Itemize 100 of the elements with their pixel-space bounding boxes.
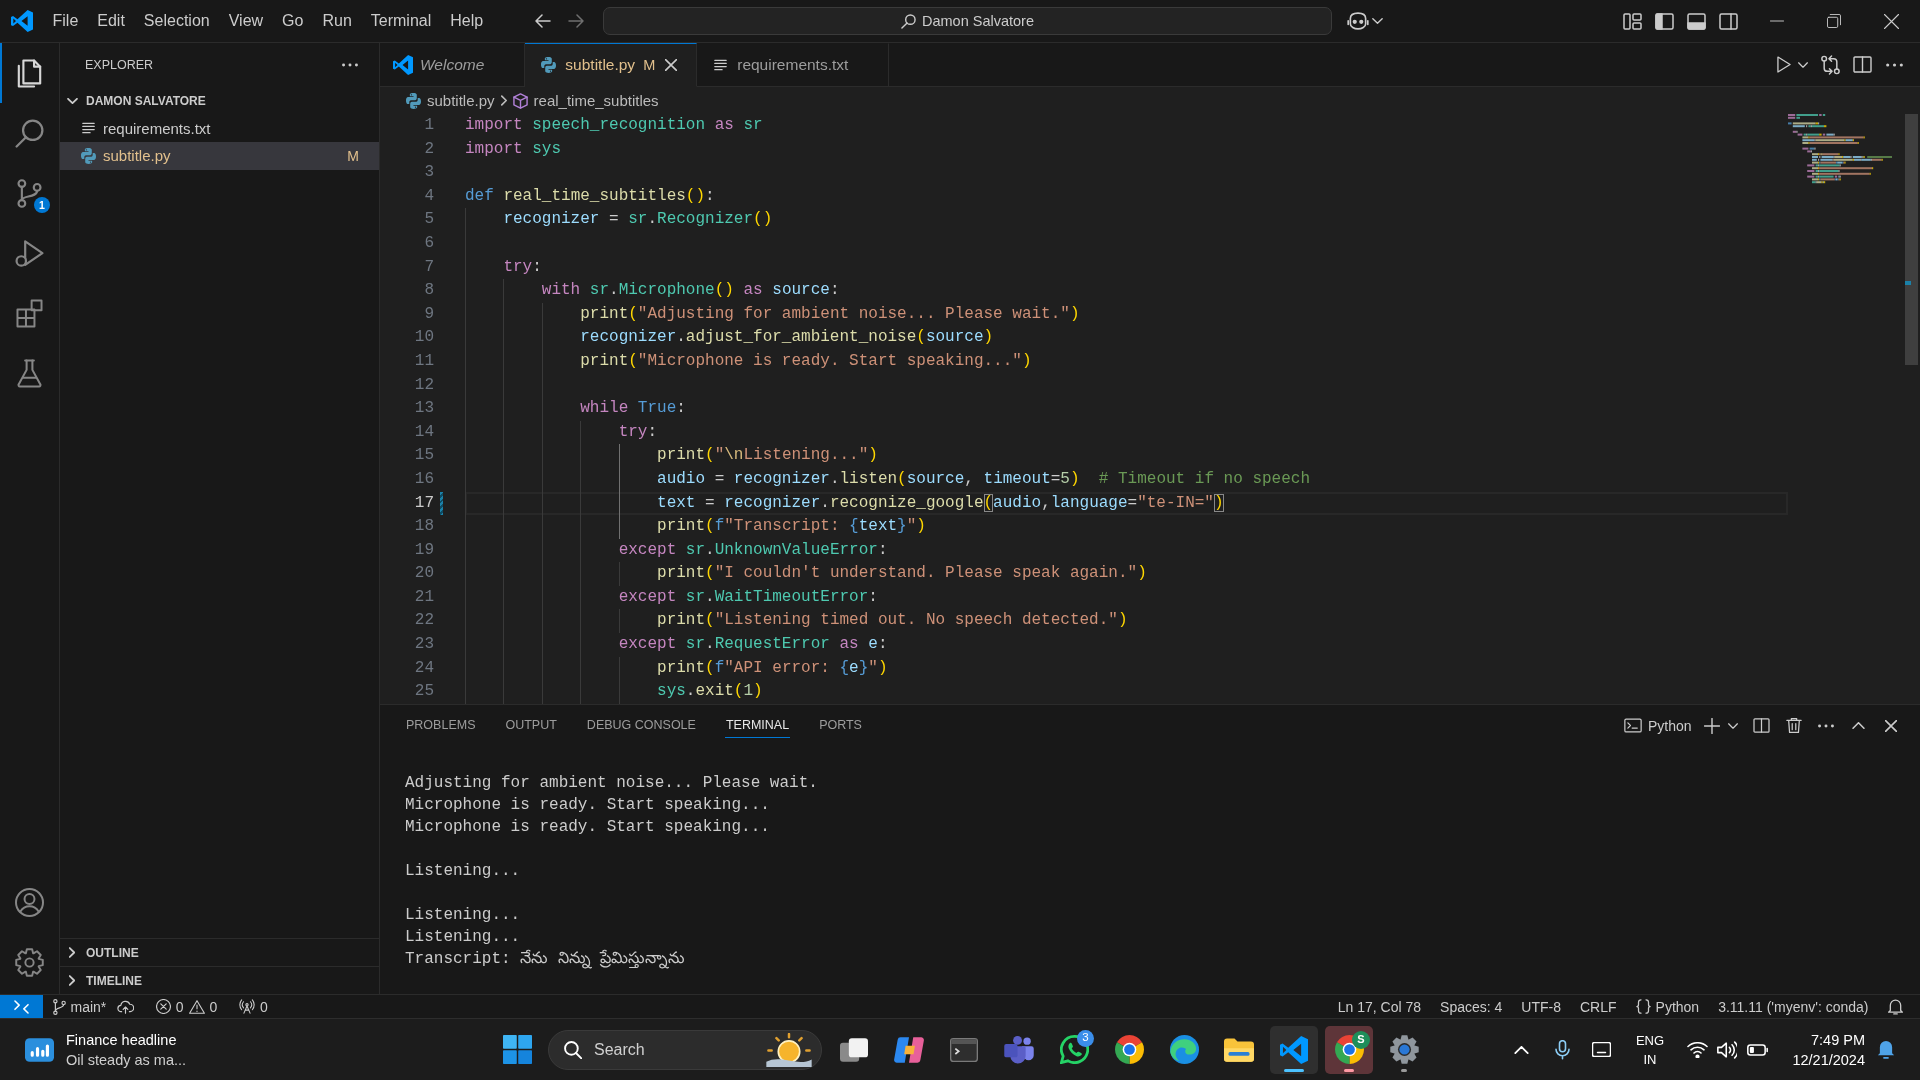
settings-icon[interactable] [15,947,44,977]
windows-logo-icon[interactable] [502,1035,532,1064]
close-icon[interactable] [1885,719,1897,732]
language-status[interactable]: Python [1626,995,1709,1018]
forward-arrow-icon[interactable] [568,14,584,28]
volume-icon[interactable] [1717,1040,1737,1059]
status-item[interactable]: Spaces: 4 [1430,995,1512,1018]
widget-title[interactable]: Finance headline [66,1029,187,1050]
compare-changes-icon[interactable] [1820,54,1840,75]
edge-icon[interactable] [1169,1035,1199,1064]
menu-item[interactable]: View [219,9,273,33]
wifi-icon[interactable] [1686,1041,1708,1058]
taskbar-button[interactable] [1270,1025,1318,1074]
line-number: 3 [423,162,434,184]
restore-icon[interactable] [1827,14,1841,28]
whatsapp-icon[interactable] [1059,1035,1089,1064]
microphone-icon[interactable] [1554,1039,1570,1060]
back-arrow-icon[interactable] [535,14,551,28]
caret-down-icon[interactable] [1372,18,1383,24]
close-icon[interactable] [665,59,678,71]
panel-tab[interactable]: OUTPUT [504,713,558,738]
close-icon[interactable] [1883,13,1899,29]
chevron-right-icon[interactable] [69,947,75,958]
terminal-profile[interactable]: Python [1623,717,1692,734]
folder-header[interactable]: DAMON SALVATORE [86,93,206,108]
ports-status[interactable]: 0 [226,995,278,1018]
status-item[interactable]: UTF-8 [1511,995,1571,1018]
copilot-icon[interactable] [1347,12,1369,30]
caret-down-icon[interactable] [1727,722,1738,729]
interpreter-status[interactable]: 3.11.11 ('myenv': conda) [1708,995,1878,1018]
remote-button[interactable] [0,995,43,1018]
caret-down-icon[interactable] [1798,61,1808,68]
menu-item[interactable]: Terminal [361,9,441,33]
more-icon[interactable] [1818,723,1834,728]
editor-tab[interactable]: Welcome [380,43,526,87]
line-number: 18 [413,516,434,538]
cloud-upload-icon[interactable] [117,999,135,1014]
tree-item[interactable]: requirements.txt [60,114,379,142]
minimize-icon[interactable] [1769,20,1784,22]
section-header[interactable]: OUTLINE [86,945,139,960]
widget-text[interactable]: Oil steady as ma... [66,1049,187,1070]
panel-tab[interactable]: PROBLEMS [405,713,477,738]
split-editor-icon[interactable] [1852,56,1872,73]
search-field[interactable]: Search [594,1034,753,1065]
split-icon[interactable] [1752,718,1770,733]
left-panel-icon[interactable] [1654,12,1674,30]
breadcrumb-item[interactable]: subtitle.py [427,92,495,109]
branch-status[interactable]: main* [43,995,112,1018]
right-panel-icon[interactable] [1718,12,1738,30]
chart-icon[interactable] [25,1037,54,1062]
menu-item[interactable]: Help [440,9,493,33]
copilot-icon[interactable] [894,1036,924,1063]
panel-tab[interactable]: DEBUG CONSOLE [585,713,697,738]
scrollbar[interactable] [1905,114,1918,365]
trash-icon[interactable] [1785,717,1802,734]
panel-tab[interactable]: PORTS [818,713,863,738]
menu-item[interactable]: Run [312,9,362,33]
terminal-line: Listening... [405,927,521,948]
bell-icon[interactable] [1887,998,1903,1015]
chevron-down-icon[interactable] [66,97,78,104]
task-view-icon[interactable] [840,1037,868,1062]
sun-icon [765,1032,813,1067]
more-icon[interactable] [342,63,358,67]
search-box[interactable]: Search [548,1029,822,1070]
gear-icon[interactable] [1389,1035,1419,1064]
teams-icon[interactable] [1004,1035,1034,1064]
terminal-icon[interactable] [950,1037,978,1062]
bell-icon[interactable] [1877,1040,1895,1059]
layout-icon[interactable] [1622,12,1642,30]
chevron-right-icon[interactable] [69,975,75,986]
clock[interactable]: 7:49 PM 12/21/2024 [1781,1029,1869,1070]
account-icon[interactable] [15,887,44,917]
menu-item[interactable]: Edit [87,9,135,33]
menu-item[interactable]: Selection [134,9,220,33]
language-indicator[interactable]: ENG IN [1627,1030,1673,1069]
editor-tab[interactable]: requirements.txt [697,43,890,87]
chevron-up-icon[interactable] [1852,722,1865,729]
more-icon[interactable] [1885,62,1903,67]
activity-button[interactable]: 1 [0,163,59,223]
panel-tab[interactable]: TERMINAL [724,713,791,738]
taskbar-button[interactable]: S [1325,1025,1373,1074]
editor-tab[interactable]: subtitle.py M [525,43,698,87]
battery-icon[interactable] [1746,1043,1768,1056]
section-header[interactable]: TIMELINE [86,973,142,988]
breadcrumb-item[interactable]: real_time_subtitles [533,92,659,109]
menu-item[interactable]: Go [272,9,313,33]
folder-icon[interactable] [1224,1037,1254,1062]
bottom-panel-icon[interactable] [1686,12,1706,30]
run-icon[interactable] [1777,56,1791,73]
minimap[interactable] [1788,114,1892,184]
chrome-icon[interactable] [1114,1035,1144,1064]
problems-status[interactable]: 0 0 [146,995,227,1018]
tree-item[interactable]: subtitle.py M [60,142,379,170]
command-center[interactable]: Damon Salvatore [603,7,1332,35]
status-item[interactable]: CRLF [1570,995,1627,1018]
menu-item[interactable]: File [43,9,88,33]
status-item[interactable]: Ln 17, Col 78 [1328,995,1431,1018]
plus-icon[interactable] [1704,717,1720,734]
tablet-icon[interactable] [1591,1042,1611,1057]
error-icon [155,999,171,1014]
